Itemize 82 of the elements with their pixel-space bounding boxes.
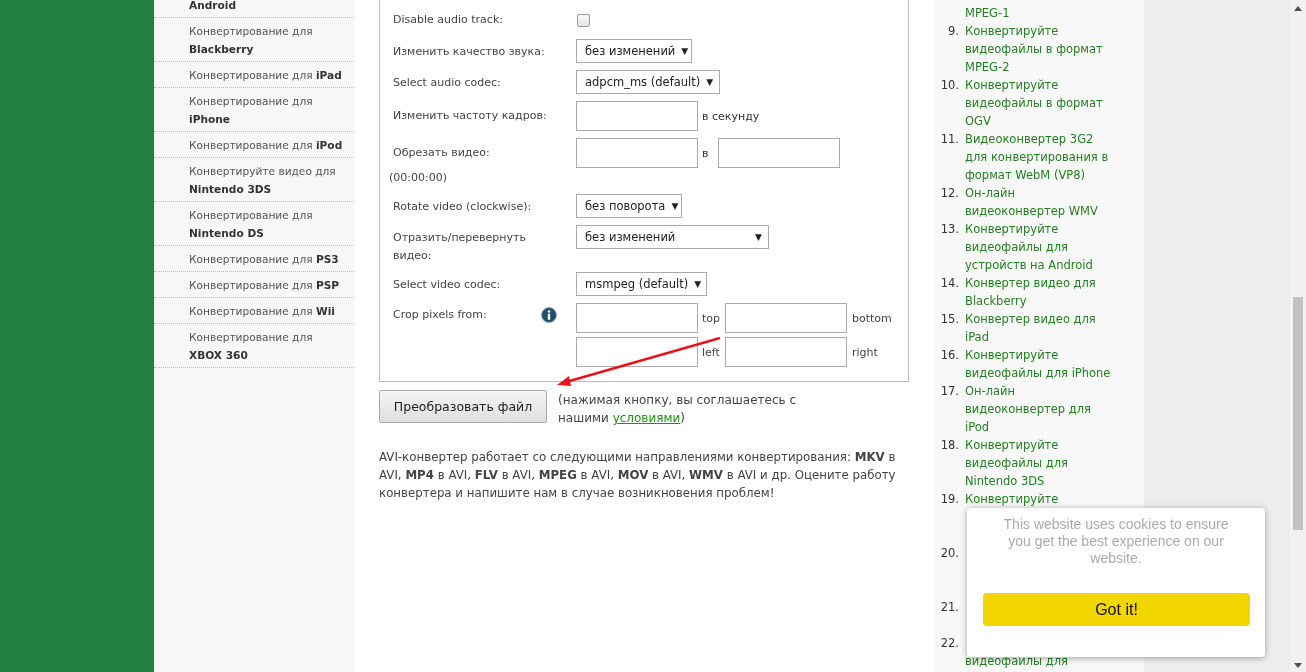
input-field[interactable] <box>576 337 698 367</box>
input-field[interactable] <box>576 303 698 333</box>
list-link[interactable]: Blackberry <box>965 292 1096 310</box>
dropdown[interactable]: без изменений ▼ <box>576 225 769 249</box>
list-number: 12. <box>939 185 960 202</box>
list-link[interactable]: видеофайлы для <box>965 238 1093 256</box>
side-label: left <box>701 345 721 359</box>
input-field[interactable] <box>576 101 698 131</box>
field-label: Изменить качество звука: <box>393 44 545 60</box>
field-label: Crop pixels from: <box>393 307 487 323</box>
field-label: Rotate video (clockwise): <box>393 199 532 215</box>
cookie-message: This website uses cookies to ensure you get the best experience on our website. <box>1002 516 1230 567</box>
input-field[interactable] <box>576 138 698 168</box>
input-field[interactable] <box>718 138 841 168</box>
list-number: 15. <box>939 311 960 328</box>
list-link[interactable]: видеоконвертер для <box>965 400 1091 418</box>
dropdown[interactable]: без поворота ▼ <box>576 194 682 218</box>
list-number: 21. <box>939 599 960 616</box>
scrollbar[interactable] <box>1290 0 1306 672</box>
list-number: 17. <box>939 383 960 400</box>
accept-button[interactable]: Got it! <box>983 593 1250 626</box>
list-number: 22. <box>939 635 960 652</box>
info-icon[interactable] <box>541 307 557 323</box>
input-field[interactable] <box>725 303 847 333</box>
input-field[interactable] <box>725 337 847 367</box>
scroll-up-icon[interactable] <box>1294 6 1302 11</box>
list-link[interactable]: видеофайлы в формат <box>965 94 1103 112</box>
dropdown[interactable]: msmpeg (default) ▼ <box>576 272 707 296</box>
list-link[interactable]: Конвертер видео для <box>965 274 1096 292</box>
list-link[interactable]: Видеоконвертер 3G2 <box>965 130 1109 148</box>
list-link[interactable]: Конвертируйте <box>965 22 1103 40</box>
list-link[interactable]: MPEG-2 <box>965 58 1103 76</box>
field-label: Изменить частоту кадров: <box>393 108 547 124</box>
dropdown[interactable]: adpcm_ms (default) ▼ <box>576 70 720 94</box>
list-number: 14. <box>939 275 960 292</box>
unit-label: в секунду <box>702 108 760 125</box>
description-text: AVI-конвертер работает со следующими направлениями конвертирования: MKV в AVI, MP4 в AVI, FLV в AVI, MPEG в AVI, MOV в AVI, WMV в AVI и др. Оцените работу конвертера и напишите нам в случае возникновения проблем! <box>379 449 897 502</box>
field-label: Select audio codec: <box>393 75 501 91</box>
field-label: Отразить/перевернуть видео: <box>393 230 527 264</box>
list-link[interactable]: Конвертируйте <box>965 490 1059 508</box>
convert-button[interactable]: Преобразовать файл <box>379 390 547 423</box>
list-link[interactable]: Конвертируйте <box>965 346 1111 364</box>
time-format-hint: (00:00:00) <box>389 170 448 186</box>
scroll-down-icon[interactable] <box>1294 663 1302 668</box>
list-link[interactable]: MPEG-1 <box>965 4 1010 22</box>
checkbox[interactable] <box>577 13 590 27</box>
terms-note: (нажимая кнопку, вы соглашаетесь с нашими условиями) <box>558 392 797 427</box>
list-link[interactable]: OGV <box>965 112 1103 130</box>
list-number: 18. <box>939 437 960 454</box>
list-number: 10. <box>939 77 960 94</box>
list-link[interactable]: Конвертируйте <box>965 436 1068 454</box>
list-link[interactable]: iPod <box>965 418 1091 436</box>
field-label: Select video codec: <box>393 277 501 293</box>
scrollbar-thumb[interactable] <box>1293 297 1303 530</box>
list-link[interactable]: формат WebM (VP8) <box>965 166 1109 184</box>
field-label: Обрезать видео: <box>393 145 490 161</box>
list-number: 19. <box>939 491 960 508</box>
list-number: 20. <box>939 545 960 562</box>
terms-link[interactable]: условиями <box>612 411 681 425</box>
list-link[interactable]: видеофайлы для <box>965 454 1068 472</box>
list-link[interactable]: Конвертируйте <box>965 220 1093 238</box>
side-label: bottom <box>851 311 892 325</box>
list-link[interactable]: Конвертер видео для <box>965 310 1096 328</box>
list-link[interactable]: видеоконвертер WMV <box>965 202 1098 220</box>
list-link[interactable]: Nintendo 3DS <box>965 472 1068 490</box>
list-link[interactable]: Он-лайн <box>965 184 1098 202</box>
list-number: 13. <box>939 221 960 238</box>
dropdown[interactable]: без изменений ▼ <box>576 39 692 63</box>
list-link[interactable]: видеофайлы для iPhone <box>965 364 1111 382</box>
list-link[interactable]: видеофайлы в формат <box>965 40 1103 58</box>
list-link[interactable]: iPad <box>965 328 1096 346</box>
side-label: top <box>701 311 722 325</box>
range-separator: в <box>702 145 709 162</box>
field-label: Disable audio track: <box>393 12 503 28</box>
side-label: right <box>851 345 879 359</box>
list-link[interactable]: Конвертируйте <box>965 76 1103 94</box>
list-number: 9. <box>947 23 960 40</box>
list-link[interactable]: Он-лайн <box>965 382 1091 400</box>
list-number: 11. <box>939 131 960 148</box>
list-link[interactable]: для конвертирования в <box>965 148 1109 166</box>
list-number: 16. <box>939 347 960 364</box>
list-link[interactable]: устройств на Android <box>965 256 1093 274</box>
